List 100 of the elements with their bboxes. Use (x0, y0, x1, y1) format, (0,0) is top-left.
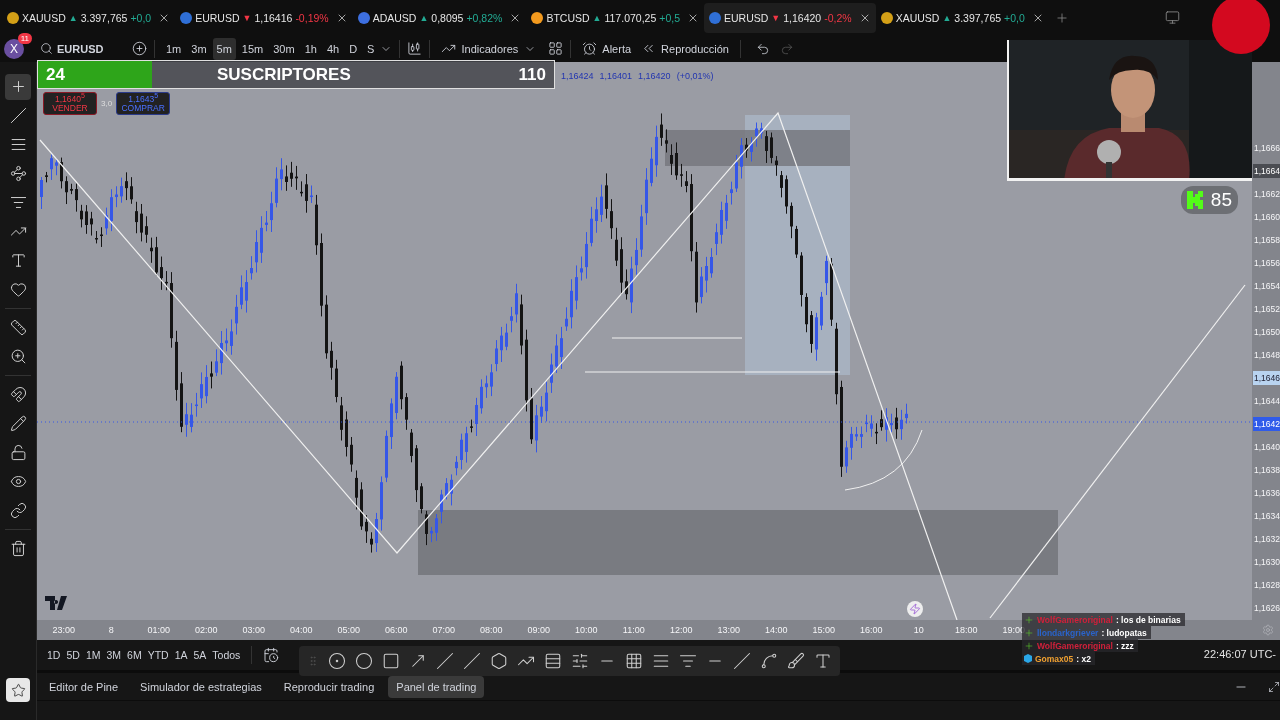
search-icon (40, 42, 53, 55)
price-text: 3.397,765 (80, 11, 128, 24)
interval-button[interactable]: 30m (269, 37, 299, 60)
replay-button[interactable]: Reproducción (637, 37, 733, 60)
trend-line-icon[interactable] (9, 107, 27, 124)
range-button[interactable]: 1M (85, 649, 101, 661)
time-label: 16:00 (859, 625, 884, 635)
range-button[interactable]: 1A (174, 649, 188, 661)
time-label: 06:00 (384, 625, 409, 635)
monitor-icon[interactable] (1165, 10, 1180, 25)
interval-button[interactable]: 15m (237, 37, 268, 60)
arrow-icon[interactable] (409, 652, 427, 670)
alarm-clock-icon (582, 41, 598, 56)
symbol-tab[interactable]: EURUSD ▼ 1,16420 -0,2% (704, 2, 876, 33)
range-button[interactable]: 5D (66, 649, 80, 661)
lines-icon[interactable] (652, 652, 670, 670)
range-button[interactable]: Todos (212, 649, 241, 661)
panel-tab[interactable]: Reproducir trading (275, 675, 383, 698)
forecast-icon[interactable] (9, 194, 27, 211)
grip-icon[interactable] (307, 655, 319, 667)
chat-username: llondarkgriever (1037, 627, 1099, 638)
grid-icon[interactable] (548, 41, 564, 56)
price-label: 1,1630 (1253, 556, 1280, 570)
line-segment-icon[interactable] (436, 652, 454, 670)
trash-icon[interactable] (9, 540, 27, 557)
brush-icon[interactable] (787, 652, 805, 670)
goal-current: 24 (46, 64, 65, 85)
price-label: 1,1656 (1253, 256, 1280, 270)
interval-button[interactable]: 4h (322, 37, 344, 60)
range-button[interactable]: 1D (47, 649, 61, 661)
undo-icon[interactable] (755, 41, 770, 56)
grid-icon[interactable] (625, 652, 643, 670)
favorites-button[interactable] (6, 678, 30, 702)
interval-button[interactable]: D (345, 37, 362, 60)
panel-tab[interactable]: Editor de Pine (41, 675, 127, 698)
interval-button[interactable]: 1h (300, 37, 321, 60)
line-icon[interactable] (463, 652, 481, 670)
time-label: 03:00 (241, 625, 266, 635)
text-icon[interactable] (814, 652, 832, 670)
price-label: 1,1666 (1253, 141, 1280, 155)
line-icon[interactable] (733, 652, 751, 670)
time-label: 15:00 (811, 625, 836, 635)
magnet-icon[interactable] (9, 386, 27, 403)
pattern-icon[interactable] (9, 165, 27, 182)
time-label: 08:00 (479, 625, 504, 635)
curve-icon[interactable] (760, 652, 778, 670)
time-label: 23:00 (51, 625, 76, 635)
symbol-tab[interactable]: XAUUSD ▲ 3.397,765 +0,0 (875, 2, 1049, 33)
pencil-icon[interactable] (9, 415, 27, 432)
symbol-search[interactable]: EURUSD (34, 37, 130, 60)
text-icon[interactable] (9, 252, 27, 269)
heart-icon[interactable] (9, 281, 27, 298)
eye-icon[interactable] (9, 473, 27, 490)
chat-text: : x2 (1076, 653, 1091, 664)
lines-icon[interactable] (9, 136, 27, 153)
interval-button[interactable]: 1m (162, 37, 186, 60)
interval-button[interactable]: 3m (187, 37, 211, 60)
calendar-icon[interactable] (263, 647, 280, 663)
sliders-icon[interactable] (571, 652, 589, 670)
chat-text: : zzz (1115, 640, 1134, 651)
panel-tab[interactable]: Simulador de estrategias (132, 675, 270, 698)
symbol-tab[interactable]: XAUUSD ▲ 3.397,765 +0,0 (2, 2, 176, 33)
symbol-tab[interactable]: ADAUSD ▲ 0,8095 +0,82% (352, 2, 527, 33)
tool-button[interactable] (5, 73, 31, 100)
star-icon (10, 682, 26, 698)
symbol-name: BTCUSD (546, 11, 590, 24)
lock-icon[interactable] (9, 444, 27, 461)
price-text: 3.397,765 (954, 11, 1002, 24)
notification-badge: 11 (17, 32, 32, 44)
rectangle-icon[interactable] (382, 652, 400, 670)
legend-value: 1,16424 (561, 71, 594, 81)
target-icon[interactable] (328, 652, 346, 670)
ruler-icon[interactable] (9, 319, 27, 336)
sell-button[interactable]: 1,1640$^{5}$ VENDER (43, 92, 97, 115)
fib-icon[interactable] (679, 652, 697, 670)
interval-button[interactable]: 5m (212, 37, 236, 60)
range-button[interactable]: 6M (127, 649, 142, 661)
change-text: +0,82% (466, 11, 503, 24)
alert-button[interactable]: Alerta (578, 37, 636, 60)
polygon-icon[interactable] (490, 652, 508, 670)
price-label: 1,1646 (1253, 371, 1280, 385)
maximize-icon[interactable] (1268, 680, 1280, 693)
indicators-button[interactable]: Indicadores (437, 37, 523, 60)
price-text: 1,16420 (783, 11, 822, 24)
range-button[interactable]: YTD (147, 649, 169, 661)
zoom-in-icon[interactable] (9, 348, 27, 365)
add-symbol-icon[interactable] (132, 41, 147, 56)
candles-icon[interactable] (407, 41, 423, 56)
link-icon[interactable] (9, 502, 27, 519)
lines-icon[interactable] (544, 652, 562, 670)
change-text: +0,0 (1004, 11, 1025, 24)
range-button[interactable]: 5A (193, 649, 207, 661)
buy-button[interactable]: 1,1643$^{5}$ COMPRAR (116, 92, 171, 115)
symbol-tab[interactable]: EURUSD ▼ 1,16416 -0,19% (175, 2, 353, 33)
panel-tab[interactable]: Panel de trading (388, 675, 485, 698)
interval-button[interactable]: S (363, 37, 379, 60)
symbol-tab[interactable]: BTCUSD ▲ 117.070,25 +0,5 (526, 2, 704, 33)
range-button[interactable]: 3M (106, 649, 122, 661)
ellipse-icon[interactable] (355, 652, 373, 670)
price-label: 1,1660 (1253, 210, 1280, 224)
